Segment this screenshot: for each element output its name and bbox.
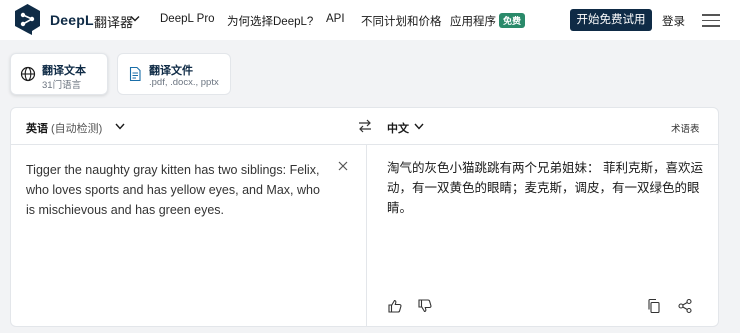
login-link[interactable]: 登录 <box>662 13 685 29</box>
source-language-selector[interactable]: 英语 (自动检测) <box>26 120 102 136</box>
language-bar: 英语 (自动检测) 中文 术语表 <box>11 108 718 145</box>
tab-translate-files[interactable]: 翻译文件 .pdf, .docx., pptx <box>117 53 231 95</box>
chevron-down-icon[interactable] <box>115 123 125 130</box>
target-text-output: 淘气的灰色小猫跳跳有两个兄弟姐妹： 菲利克斯，喜欢运动，有一双黄色的眼睛；麦克斯… <box>387 161 703 215</box>
nav-pricing[interactable]: 不同计划和价格 <box>361 13 442 29</box>
auto-detect-label[interactable]: (自动检测) <box>51 123 102 135</box>
nav-apps-label[interactable]: 应用程序 <box>450 16 496 28</box>
thumbs-up-icon[interactable] <box>387 298 403 314</box>
deepl-logo-icon[interactable] <box>11 3 44 36</box>
target-language[interactable]: 中文 <box>387 120 409 136</box>
tab-title: 翻译文本 <box>42 65 86 77</box>
nav-apps[interactable]: 应用程序 免费 <box>450 13 526 29</box>
brand-name[interactable]: DeepL <box>50 12 94 28</box>
tab-translate-text[interactable]: 翻译文本 31门语言 <box>10 53 108 95</box>
tab-title: 翻译文件 <box>149 65 193 77</box>
start-free-trial-button[interactable]: 开始免费试用 <box>570 9 652 31</box>
document-icon <box>129 66 141 82</box>
share-icon[interactable] <box>677 298 693 314</box>
tab-subtitle: 31门语言 <box>42 80 82 91</box>
nav-deepl-pro[interactable]: DeepL Pro <box>160 13 215 25</box>
free-badge: 免费 <box>499 13 526 28</box>
thumbs-down-icon[interactable] <box>417 298 433 314</box>
nav-api[interactable]: API <box>326 13 345 25</box>
copy-icon[interactable] <box>646 298 662 314</box>
chevron-down-icon[interactable] <box>130 15 140 23</box>
tab-subtitle: .pdf, .docx., pptx <box>149 77 219 88</box>
translator-panel: 英语 (自动检测) 中文 术语表 Tigger the naughty gray … <box>10 107 719 327</box>
glossary-button[interactable]: 术语表 <box>671 121 700 135</box>
top-nav: DeepL 翻译器 DeepL Pro 为何选择DeepL? API 不同计划和… <box>0 0 740 40</box>
source-language[interactable]: 英语 <box>26 123 48 135</box>
nav-why-deepl[interactable]: 为何选择DeepL? <box>227 13 313 29</box>
close-icon[interactable] <box>337 160 349 172</box>
panel-divider <box>366 145 367 326</box>
source-text-input[interactable]: Tigger the naughty gray kitten has two s… <box>26 160 331 220</box>
menu-icon[interactable] <box>702 14 720 28</box>
brand-translator-label[interactable]: 翻译器 <box>94 12 133 31</box>
swap-languages-icon[interactable] <box>358 119 372 133</box>
chevron-down-icon[interactable] <box>414 123 424 130</box>
globe-icon <box>20 66 36 82</box>
